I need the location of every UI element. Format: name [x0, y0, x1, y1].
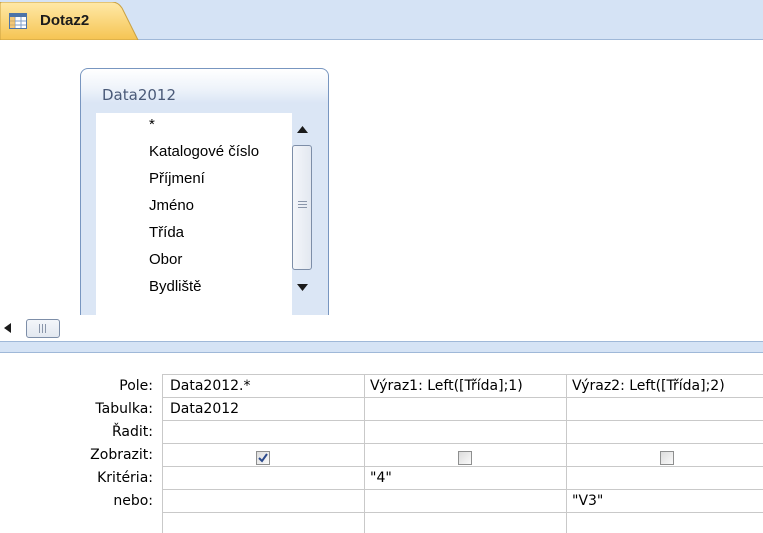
query-grid-icon — [9, 13, 27, 29]
grid-cell-pole-col2[interactable]: Výraz1: Left([Třída];1) — [370, 375, 562, 398]
row-label-zobrazit: Zobrazit: — [90, 447, 153, 463]
show-checkbox-col3[interactable] — [660, 451, 674, 465]
grid-cell-kriteria-col3[interactable] — [572, 467, 762, 490]
scroll-thumb[interactable] — [292, 145, 312, 270]
grid-cell-radit-col3[interactable] — [572, 421, 762, 444]
grid-cell-radit-col2[interactable] — [370, 421, 562, 444]
table-box-title: Data2012 — [102, 86, 176, 104]
field-item-obor[interactable]: Obor — [149, 250, 182, 270]
field-item-asterisk[interactable]: * — [149, 115, 155, 135]
grid-cell-tabulka-col1[interactable]: Data2012 — [170, 398, 360, 421]
field-item-jmeno[interactable]: Jméno — [149, 196, 194, 216]
hscroll-grip-icon — [39, 324, 46, 333]
scroll-down-arrow-icon[interactable] — [294, 279, 311, 295]
field-item-bydliste[interactable]: Bydliště — [149, 277, 202, 297]
field-item-katalogove-cislo[interactable]: Katalogové číslo — [149, 142, 259, 162]
design-area-hscrollbar[interactable] — [0, 315, 763, 341]
row-label-tabulka: Tabulka: — [95, 401, 153, 417]
tab-title: Dotaz2 — [40, 12, 90, 29]
pane-splitter[interactable] — [0, 341, 763, 353]
scroll-grip-icon — [298, 201, 307, 208]
scroll-left-arrow-icon[interactable] — [3, 323, 13, 333]
tab-dotaz2[interactable]: Dotaz2 — [0, 2, 140, 40]
hscroll-thumb[interactable] — [26, 319, 60, 338]
row-label-pole: Pole: — [119, 378, 153, 394]
grid-cell-nebo-col2[interactable] — [370, 490, 562, 513]
query-design-grid: Pole: Tabulka: Řadit: Zobrazit: Kritéria… — [0, 353, 763, 533]
grid-column-selector-row[interactable] — [162, 353, 763, 375]
field-item-trida[interactable]: Třída — [149, 223, 184, 243]
grid-cell-kriteria-col1[interactable] — [170, 467, 360, 490]
checkmark-icon — [258, 453, 268, 463]
grid-cell-pole-col3[interactable]: Výraz2: Left([Třída];2) — [572, 375, 762, 398]
show-checkbox-col2[interactable] — [458, 451, 472, 465]
query-design-area: Data2012 * Katalogové číslo Příjmení Jmé… — [0, 40, 763, 316]
grid-cell-nebo-col1[interactable] — [170, 490, 360, 513]
row-label-kriteria: Kritéria: — [97, 470, 153, 486]
grid-cell-tabulka-col3[interactable] — [572, 398, 762, 421]
field-list[interactable]: * Katalogové číslo Příjmení Jméno Třída … — [96, 113, 292, 316]
row-label-radit: Řadit: — [112, 424, 153, 440]
grid-cell-nebo-col3[interactable]: "V3" — [572, 490, 762, 513]
grid-cell-pole-col1[interactable]: Data2012.* — [170, 375, 360, 398]
grid-cell-radit-col1[interactable] — [170, 421, 360, 444]
field-item-prijmeni[interactable]: Příjmení — [149, 169, 205, 189]
grid-cell-kriteria-col2[interactable]: "4" — [370, 467, 562, 490]
field-list-scrollbar[interactable] — [291, 113, 314, 316]
table-field-list-data2012[interactable]: Data2012 * Katalogové číslo Příjmení Jmé… — [80, 68, 329, 316]
show-checkbox-col1[interactable] — [256, 451, 270, 465]
row-label-nebo: nebo: — [113, 493, 153, 509]
document-tab-bar: Dotaz2 — [0, 0, 763, 40]
scroll-up-arrow-icon[interactable] — [294, 121, 311, 137]
grid-cell-tabulka-col2[interactable] — [370, 398, 562, 421]
